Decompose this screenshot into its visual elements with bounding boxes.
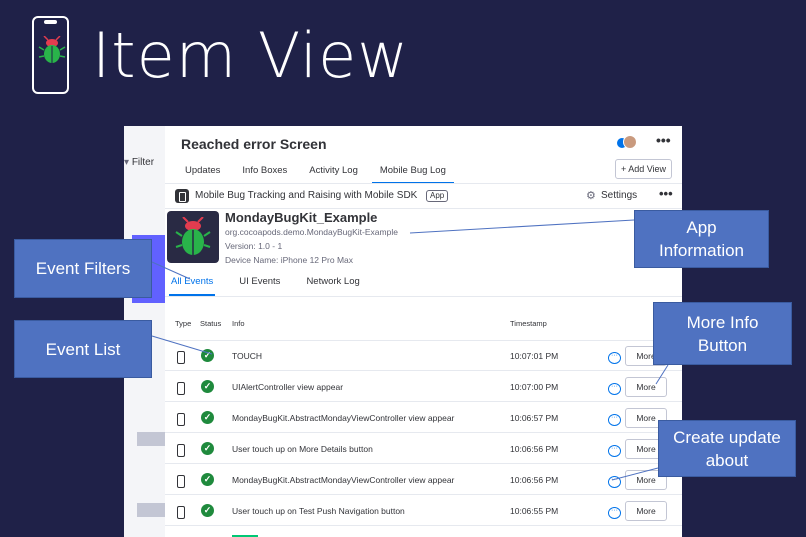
callout-more-info-line1: More Info	[686, 312, 759, 332]
event-list-leader	[151, 335, 213, 355]
callout-event-list-text: Event List	[45, 339, 121, 359]
more-info-leader	[655, 364, 669, 385]
create-update-leader	[611, 467, 659, 481]
callout-event-filters: Event Filters	[14, 239, 152, 298]
callout-app-information-line1: App	[686, 218, 717, 237]
callout-app-information-line2: Information	[658, 241, 745, 260]
event-filters-leader	[151, 261, 191, 280]
callout-create-update: Create update about	[658, 420, 796, 477]
callout-more-info-button: More Info Button	[653, 302, 792, 365]
callout-create-update-line1: Create update	[673, 427, 781, 447]
callout-app-information: App Information	[634, 210, 769, 268]
callout-create-update-line2: about	[705, 450, 749, 470]
callout-more-info-line2: Button	[697, 335, 748, 355]
callout-event-list: Event List	[14, 320, 152, 378]
app-information-leader	[409, 219, 635, 234]
callout-event-filters-text: Event Filters	[35, 259, 131, 278]
